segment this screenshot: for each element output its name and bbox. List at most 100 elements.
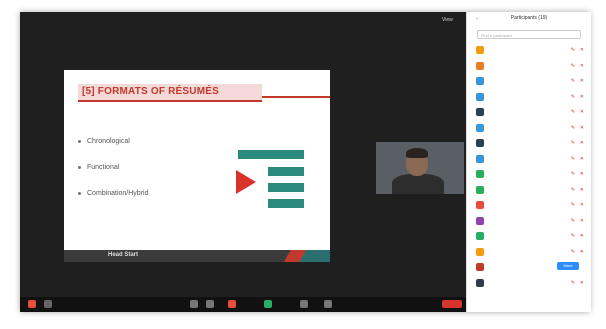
formats-arrow-graphic — [236, 150, 304, 208]
shared-slide: [5] FORMATS OF RÉSUMÉS Chronological Fun… — [64, 70, 330, 262]
video-off-icon: ✕ — [579, 124, 584, 131]
bullet-item: Combination/Hybrid — [78, 190, 148, 197]
video-off-icon: ✕ — [579, 93, 584, 100]
participant-row[interactable]: ✎ ✕ — [467, 229, 591, 245]
slide-title: [5] FORMATS OF RÉSUMÉS — [82, 86, 219, 97]
avatar — [476, 185, 484, 194]
chat-icon[interactable] — [228, 300, 236, 308]
slide-footer-text: Head Start — [108, 252, 139, 258]
mic-muted-icon: ✎ — [570, 171, 575, 177]
avatar — [476, 170, 484, 178]
end-meeting-button[interactable] — [442, 300, 462, 308]
participant-row[interactable]: ✎ ✕ — [467, 105, 591, 121]
participant-row[interactable]: ✎ ✕ — [467, 198, 591, 214]
mic-muted-icon: ✎ — [570, 279, 575, 286]
play-arrow-icon — [236, 170, 256, 194]
participant-search-input[interactable]: Find a participant — [477, 30, 581, 39]
reactions-icon[interactable] — [324, 300, 332, 308]
video-off-icon: ✕ — [579, 233, 584, 239]
video-off-icon: ✕ — [579, 155, 584, 162]
participants-header: Participants (19) — [510, 15, 548, 21]
avatar — [476, 154, 484, 163]
speaker-body — [392, 174, 444, 194]
participant-row[interactable]: ✎ ✕ — [467, 121, 591, 137]
speaker-video-tile[interactable] — [376, 142, 464, 194]
bullet-text: Combination/Hybrid — [87, 190, 149, 197]
mic-muted-icon: ✎ — [570, 93, 575, 100]
video-off-icon: ✕ — [579, 186, 584, 193]
participant-row[interactable]: ✎ ✕ — [467, 276, 591, 292]
avatar — [476, 263, 484, 271]
bullet-dot — [78, 165, 81, 169]
bullet-text: Functional — [87, 164, 120, 171]
participant-row[interactable]: ✎ ✕ — [467, 90, 591, 106]
video-stage: View [5] FORMATS OF RÉSUMÉS Chronologica… — [20, 12, 466, 297]
participants-panel: ⌄ Participants (19) Find a participant ✎… — [466, 12, 591, 312]
teal-bar — [268, 199, 304, 208]
teal-bar — [268, 183, 304, 192]
participant-row[interactable]: ✎ ✕ — [467, 167, 591, 183]
participant-row[interactable]: ✎ ✕ — [467, 245, 591, 261]
record-icon[interactable] — [300, 300, 308, 308]
mic-muted-icon: ✎ — [570, 140, 575, 146]
slide-footer: Head Start — [64, 250, 330, 262]
participant-row[interactable]: ✎ ✕ — [467, 214, 591, 230]
share-screen-icon[interactable] — [264, 300, 272, 308]
title-underline — [262, 96, 330, 98]
video-off-icon: ✕ — [579, 279, 584, 286]
avatar — [476, 201, 484, 209]
avatar — [476, 108, 484, 116]
video-icon[interactable] — [44, 300, 52, 308]
panel-footer — [467, 302, 591, 312]
video-off-icon: ✕ — [579, 109, 584, 115]
video-off-icon: ✕ — [579, 62, 584, 69]
mic-muted-icon: ✎ — [570, 186, 575, 193]
video-off-icon: ✕ — [579, 202, 584, 208]
avatar — [476, 139, 484, 147]
bullet-dot — [78, 191, 81, 195]
participant-row[interactable]: ✎ ✕ — [467, 183, 591, 199]
mic-muted-icon: ✎ — [570, 78, 575, 84]
participant-row[interactable]: ✎ ✕ — [467, 136, 591, 152]
avatar — [476, 247, 484, 256]
teal-bar — [238, 150, 304, 159]
security-icon[interactable] — [190, 300, 198, 308]
mic-muted-icon: ✎ — [570, 47, 575, 53]
view-button[interactable]: View — [442, 17, 453, 23]
video-off-icon: ✕ — [579, 140, 584, 146]
teal-bar — [268, 167, 304, 176]
video-off-icon: ✕ — [579, 78, 584, 84]
mic-muted-icon: ✎ — [570, 109, 575, 115]
avatar — [476, 123, 484, 132]
participant-list: ✎ ✕ ✎ ✕ ✎ ✕ ✎ ✕ ✎ ✕ ✎ ✕ ✎ ✕ ✎ ✕ ✎ ✕ ✎ ✕ ✎ ✕ ✎ ✕ ✎ ✕ ✎… — [467, 43, 591, 291]
participant-row[interactable]: ✎ ✕ — [467, 74, 591, 90]
meeting-window: View [5] FORMATS OF RÉSUMÉS Chronologica… — [20, 12, 591, 312]
video-off-icon: ✕ — [579, 171, 584, 177]
avatar — [476, 92, 484, 101]
mic-muted-icon: ✎ — [570, 233, 575, 239]
participant-row[interactable]: ✎ ✕ — [467, 43, 591, 59]
participants-icon[interactable] — [206, 300, 214, 308]
avatar — [476, 61, 484, 70]
meeting-toolbar — [20, 297, 466, 312]
bullet-item: Chronological — [78, 138, 130, 145]
participant-row[interactable]: ✎ ✕ — [467, 59, 591, 75]
participant-row[interactable]: More — [467, 260, 591, 276]
avatar — [476, 232, 484, 240]
avatar — [476, 216, 484, 225]
video-off-icon: ✕ — [579, 248, 584, 255]
mic-muted-icon: ✎ — [570, 217, 575, 224]
avatar — [476, 278, 484, 287]
bullet-item: Functional — [78, 164, 119, 171]
participant-row[interactable]: ✎ ✕ — [467, 152, 591, 168]
bullet-text: Chronological — [87, 138, 130, 145]
mic-muted-icon: ✎ — [570, 248, 575, 255]
mute-icon[interactable] — [28, 300, 36, 308]
more-button[interactable]: More — [557, 262, 579, 270]
avatar — [476, 46, 484, 54]
mic-muted-icon: ✎ — [570, 124, 575, 131]
mic-muted-icon: ✎ — [570, 155, 575, 162]
footer-accent — [260, 250, 330, 262]
avatar — [476, 77, 484, 85]
mic-muted-icon: ✎ — [570, 62, 575, 69]
